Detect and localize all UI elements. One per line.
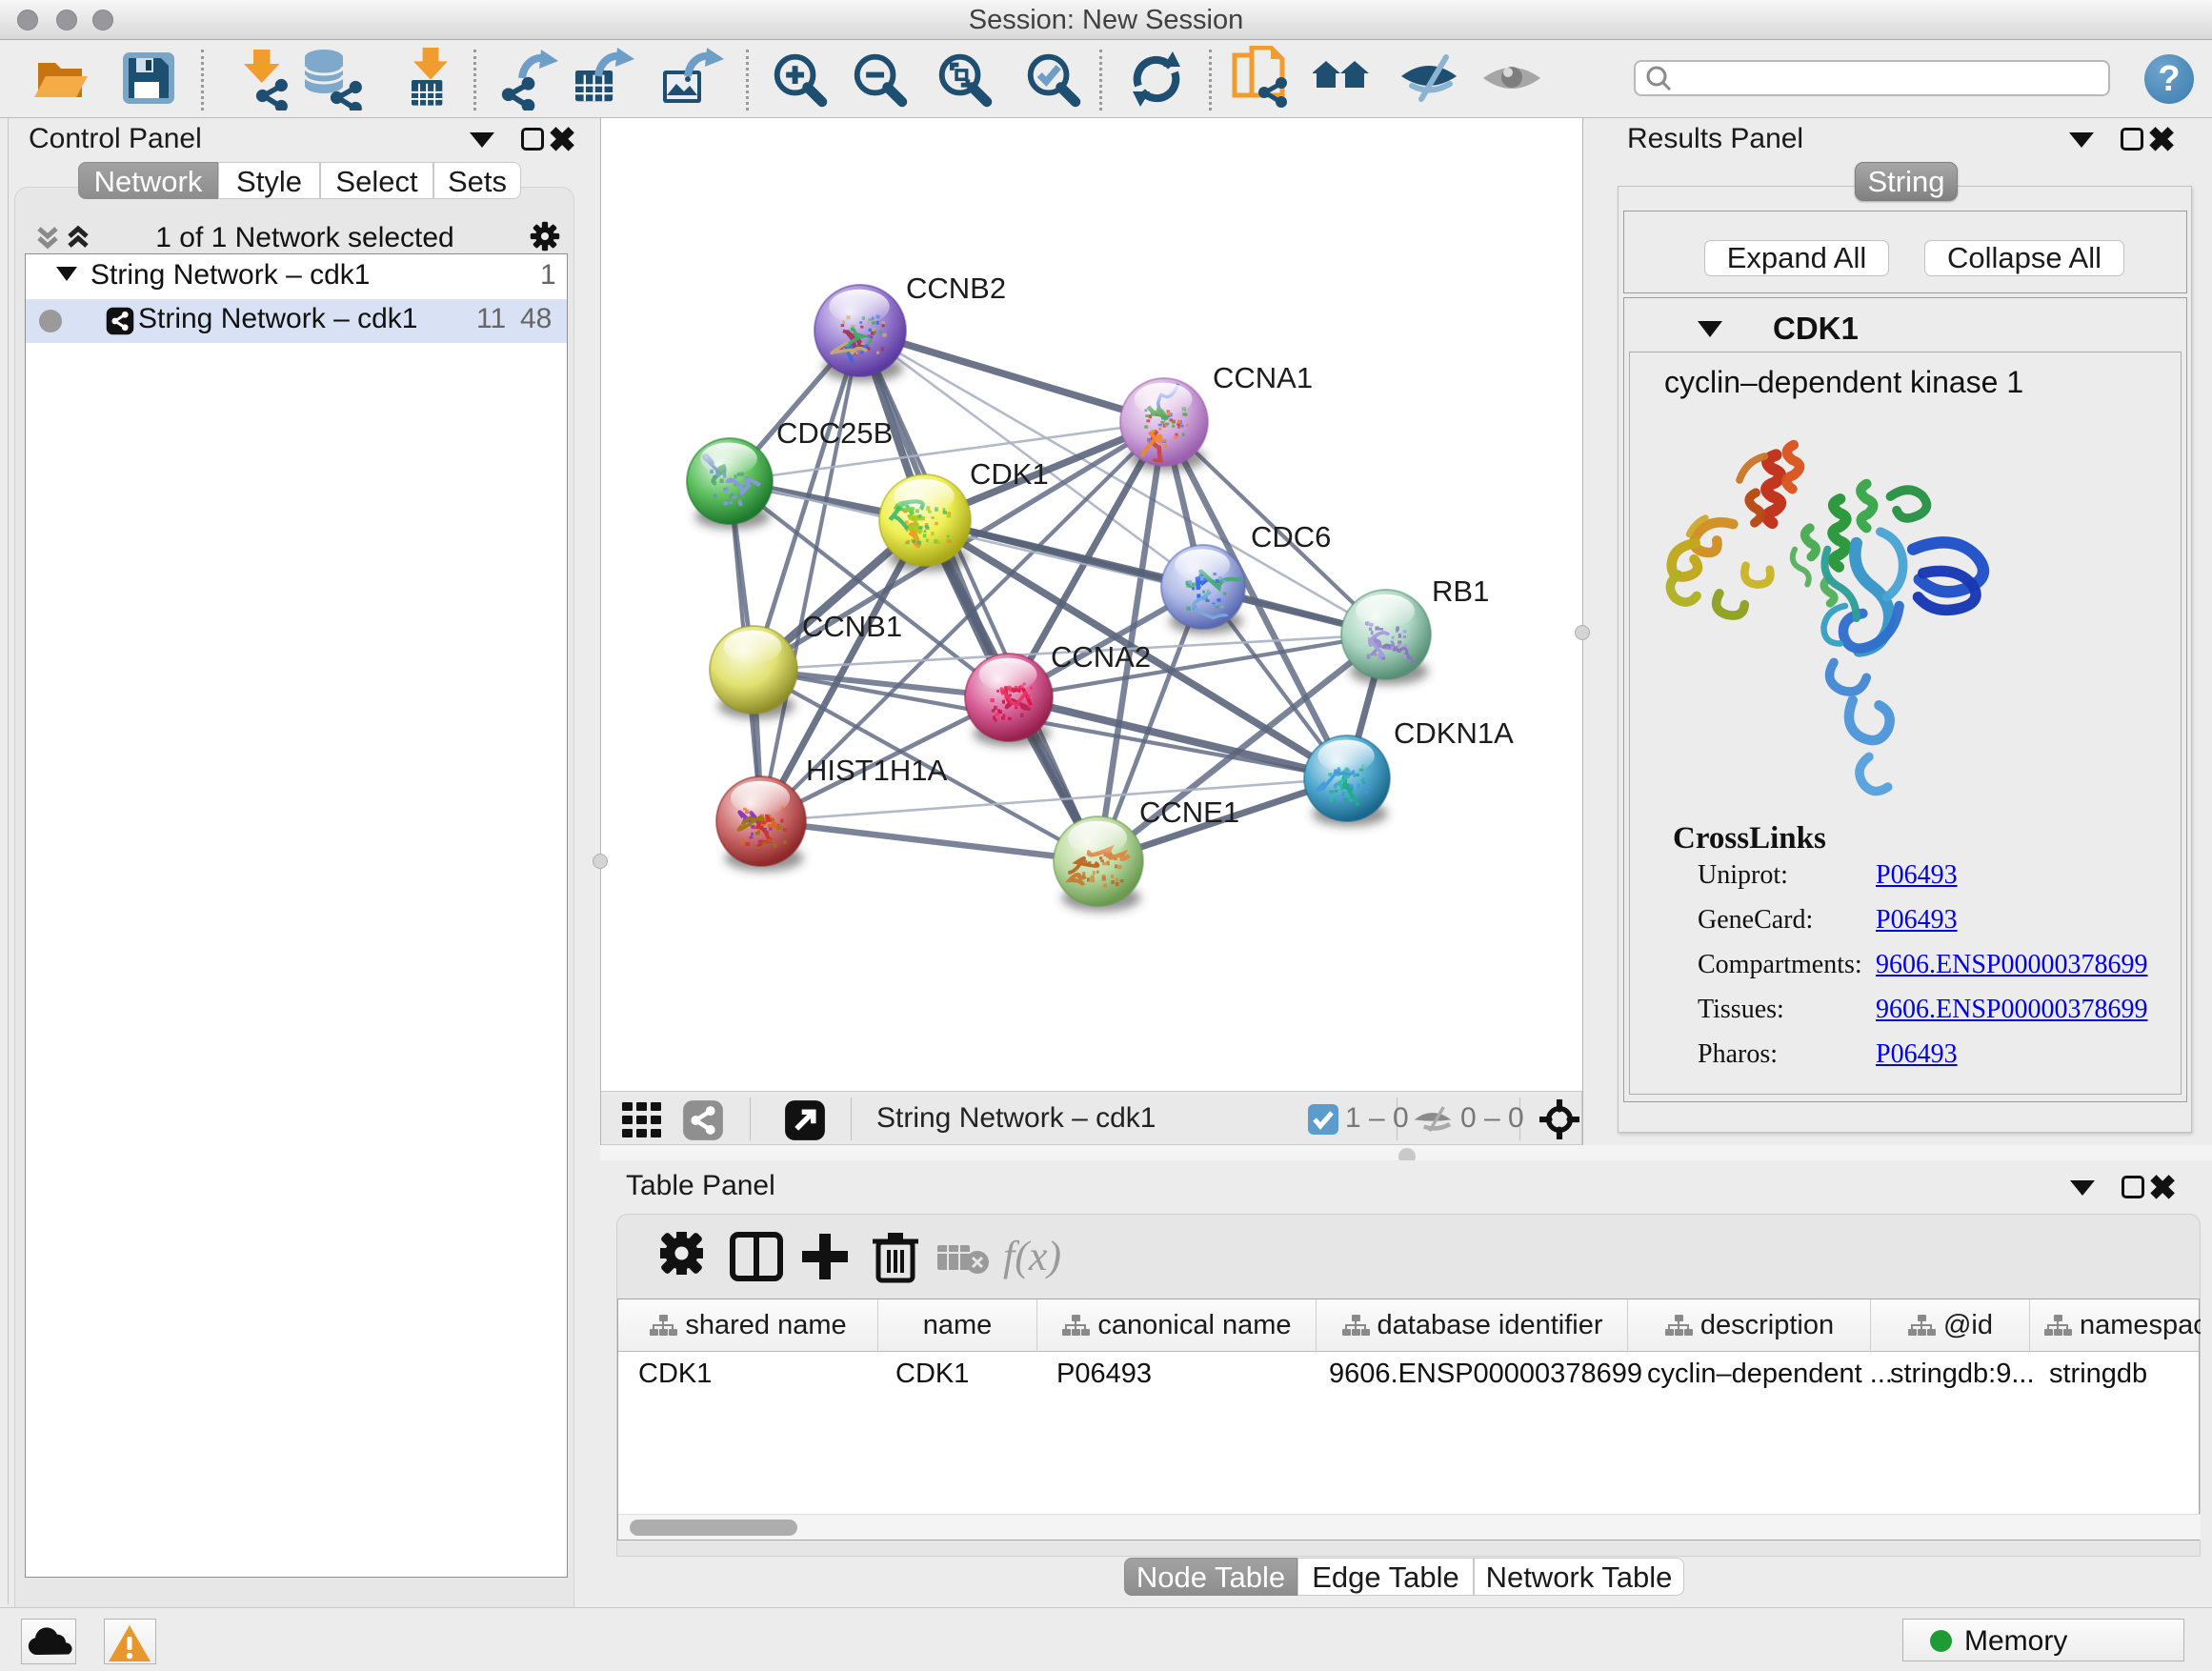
svg-text:CCNB1: CCNB1 — [802, 610, 902, 643]
svg-text:CDC6: CDC6 — [1251, 520, 1331, 554]
svg-text:CCNE1: CCNE1 — [1139, 795, 1239, 829]
svg-text:CCNA2: CCNA2 — [1051, 640, 1151, 674]
svg-text:CDK1: CDK1 — [970, 457, 1049, 491]
svg-text:RB1: RB1 — [1432, 574, 1489, 608]
svg-text:HIST1H1A: HIST1H1A — [806, 754, 947, 787]
svg-text:CDC25B: CDC25B — [776, 416, 893, 450]
svg-text:CDKN1A: CDKN1A — [1394, 716, 1514, 750]
svg-text:CCNA1: CCNA1 — [1213, 361, 1313, 394]
svg-text:CCNB2: CCNB2 — [906, 272, 1006, 305]
